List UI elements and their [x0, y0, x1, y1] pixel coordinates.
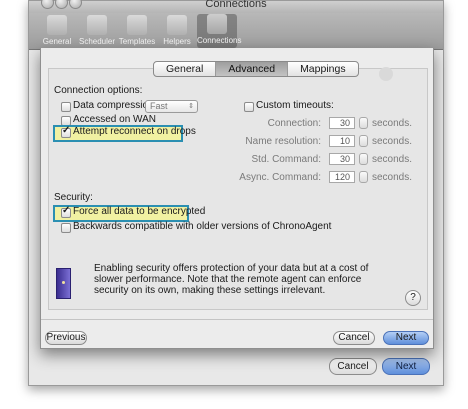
timeout-connection-unit: seconds.	[372, 118, 413, 129]
footer-divider	[41, 319, 433, 320]
general-icon	[47, 15, 67, 35]
bg-cancel-button[interactable]: Cancel	[329, 358, 377, 375]
tab-general[interactable]: General	[154, 62, 217, 76]
toolbar-scheduler[interactable]: Scheduler	[77, 15, 117, 46]
toolbar-general[interactable]: General	[37, 15, 77, 46]
security-info-text: Enabling security offers protection of y…	[94, 263, 369, 296]
timeout-std-command-stepper[interactable]	[359, 153, 368, 165]
attempt-reconnect-checkbox[interactable]	[61, 125, 71, 138]
accessed-on-wan-label: Accessed on WAN	[73, 114, 156, 125]
connection-settings-sheet: General Advanced Mappings Connection opt…	[40, 48, 434, 349]
helper-icon	[167, 15, 187, 35]
timeout-name-resolution-field[interactable]: 10	[329, 135, 355, 147]
backwards-compat-label: Backwards compatible with older versions…	[73, 221, 332, 232]
timeout-async-command-field[interactable]: 120	[329, 171, 355, 183]
cancel-button[interactable]: Cancel	[333, 331, 375, 345]
force-encrypt-label: Force all data to be encrypted	[73, 206, 206, 217]
window-title: Connections	[205, 0, 267, 10]
compression-popup[interactable]: Fast ⇕	[145, 100, 198, 113]
custom-timeouts-checkbox[interactable]	[244, 102, 254, 112]
backwards-compat-checkbox[interactable]	[61, 223, 71, 233]
force-encrypt-checkbox[interactable]	[61, 205, 71, 218]
timeout-name-resolution-label: Name resolution:	[245, 136, 321, 147]
toolbar-helpers[interactable]: Helpers	[157, 15, 197, 46]
data-compression-checkbox[interactable]	[61, 102, 71, 112]
calendar-icon	[87, 15, 107, 35]
finder-info-icon	[56, 268, 71, 299]
timeout-async-command-stepper[interactable]	[359, 171, 368, 183]
connections-icon	[207, 14, 227, 34]
timeout-async-command-unit: seconds.	[372, 172, 413, 183]
bg-next-button[interactable]: Next	[382, 358, 430, 375]
connection-options-heading: Connection options:	[54, 85, 143, 96]
title-bar: Connections	[29, 0, 443, 13]
custom-timeouts-label: Custom timeouts:	[256, 100, 334, 111]
tab-advanced[interactable]: Advanced	[216, 62, 289, 76]
previous-button[interactable]: Previous	[45, 331, 87, 345]
toolbar: General Scheduler Templates Helpers Conn…	[29, 13, 443, 50]
next-button[interactable]: Next	[383, 331, 429, 345]
tab-bar: General Advanced Mappings	[153, 61, 359, 77]
chevron-updown-icon: ⇕	[188, 103, 194, 110]
timeout-std-command-label: Std. Command:	[251, 154, 321, 165]
advanced-panel: Connection options: Data compression: Fa…	[48, 67, 428, 310]
attempt-reconnect-label: Attempt reconnect on drops	[73, 126, 196, 137]
toolbar-templates[interactable]: Templates	[117, 15, 157, 46]
timeout-name-resolution-unit: seconds.	[372, 136, 413, 147]
timeout-connection-field[interactable]: 30	[329, 117, 355, 129]
timeout-async-command-label: Async. Command:	[239, 172, 321, 183]
ghost-shape	[379, 67, 393, 81]
tab-mappings[interactable]: Mappings	[288, 62, 358, 76]
timeout-connection-stepper[interactable]	[359, 117, 368, 129]
security-heading: Security:	[54, 192, 93, 203]
timeout-name-resolution-stepper[interactable]	[359, 135, 368, 147]
timeout-connection-label: Connection:	[267, 118, 321, 129]
data-compression-label: Data compression:	[73, 100, 157, 111]
document-icon	[127, 15, 147, 35]
timeout-std-command-field[interactable]: 30	[329, 153, 355, 165]
help-button[interactable]: ?	[405, 290, 421, 306]
toolbar-connections[interactable]: Connections	[197, 14, 241, 48]
timeout-std-command-unit: seconds.	[372, 154, 413, 165]
